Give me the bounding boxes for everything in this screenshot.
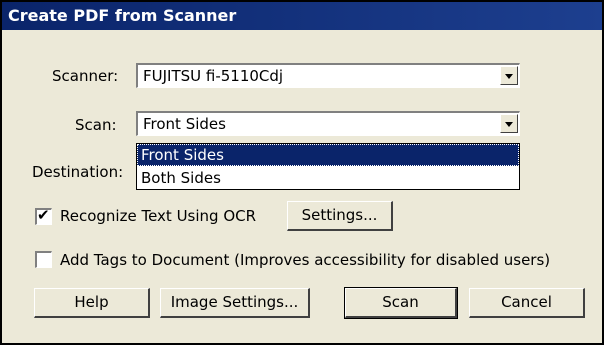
title-bar[interactable]: Create PDF from Scanner	[2, 2, 602, 30]
scanner-dropdown-arrow-icon[interactable]	[500, 66, 518, 85]
help-button[interactable]: Help	[34, 288, 150, 318]
scan-label: Scan:	[75, 116, 117, 134]
scan-select[interactable]: Front Sides	[136, 111, 520, 136]
scanner-select[interactable]: FUJITSU fi-5110Cdj	[136, 63, 520, 88]
scanner-label: Scanner:	[52, 67, 119, 85]
scan-value: Front Sides	[143, 115, 226, 133]
ocr-settings-button[interactable]: Settings...	[287, 201, 393, 231]
scan-button[interactable]: Scan	[344, 287, 458, 319]
cancel-button[interactable]: Cancel	[469, 288, 585, 318]
tags-label: Add Tags to Document (Improves accessibi…	[60, 251, 551, 269]
scan-options-list[interactable]: Front Sides Both Sides	[136, 143, 520, 190]
checkmark-icon: ✔	[37, 206, 50, 224]
scanner-value: FUJITSU fi-5110Cdj	[143, 67, 284, 85]
option-front-sides[interactable]: Front Sides	[137, 144, 519, 166]
ocr-label: Recognize Text Using OCR	[60, 207, 257, 225]
tags-checkbox[interactable]	[35, 251, 52, 268]
option-both-sides[interactable]: Both Sides	[137, 167, 519, 189]
image-settings-button[interactable]: Image Settings...	[160, 288, 310, 318]
scan-dropdown-arrow-icon[interactable]	[500, 114, 518, 133]
destination-label: Destination:	[32, 163, 124, 181]
window-title: Create PDF from Scanner	[8, 6, 237, 25]
ocr-checkbox[interactable]: ✔	[35, 206, 52, 225]
create-pdf-dialog: Create PDF from Scanner Scanner: FUJITSU…	[0, 0, 604, 345]
